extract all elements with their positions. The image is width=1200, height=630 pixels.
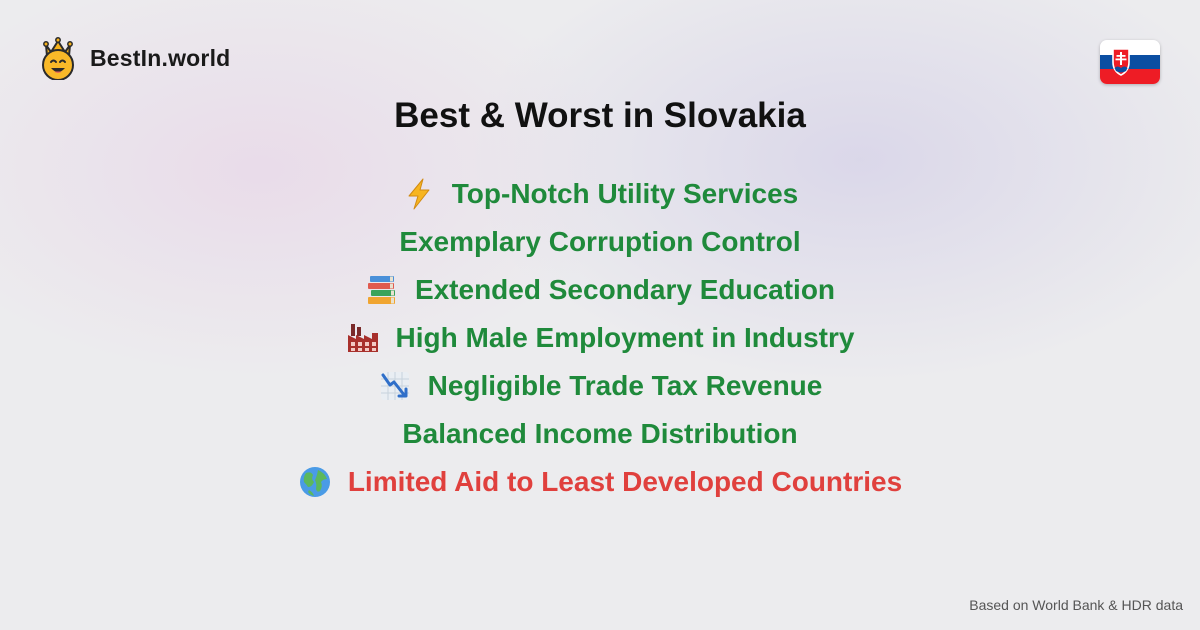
list-item[interactable]: High Male Employment in Industry <box>0 314 1200 362</box>
footer-source-note: Based on World Bank & HDR data <box>969 597 1183 613</box>
item-label: Top-Notch Utility Services <box>451 178 799 209</box>
brand[interactable]: BestIn.world <box>40 36 230 80</box>
item-label: Extended Secondary Education <box>414 274 836 305</box>
list-item[interactable]: Exemplary Corruption Control <box>0 218 1200 266</box>
crowned-smiley-icon <box>42 37 74 80</box>
slovakia-flag-icon <box>1100 40 1160 84</box>
ranking-list: Top-Notch Utility Services Exemplary Cor… <box>0 170 1200 506</box>
page-title: Best & Worst in Slovakia <box>394 96 806 135</box>
factory-icon <box>346 321 380 355</box>
list-item[interactable]: Top-Notch Utility Services <box>0 170 1200 218</box>
chart-decreasing-icon <box>378 369 412 403</box>
list-item[interactable]: Balanced Income Distribution <box>0 410 1200 458</box>
item-label: High Male Employment in Industry <box>395 322 855 353</box>
brand-name: BestIn.world <box>90 44 231 71</box>
list-item[interactable]: Extended Secondary Education <box>0 266 1200 314</box>
item-label: Balanced Income Distribution <box>402 418 798 449</box>
books-icon <box>365 273 399 307</box>
item-label: Limited Aid to Least Developed Countries <box>347 466 903 497</box>
item-label: Negligible Trade Tax Revenue <box>427 370 823 401</box>
list-item[interactable]: Negligible Trade Tax Revenue <box>0 362 1200 410</box>
globe-icon <box>298 465 332 499</box>
lightning-icon <box>402 177 436 211</box>
list-item[interactable]: Limited Aid to Least Developed Countries <box>0 458 1200 506</box>
item-label: Exemplary Corruption Control <box>399 226 801 257</box>
